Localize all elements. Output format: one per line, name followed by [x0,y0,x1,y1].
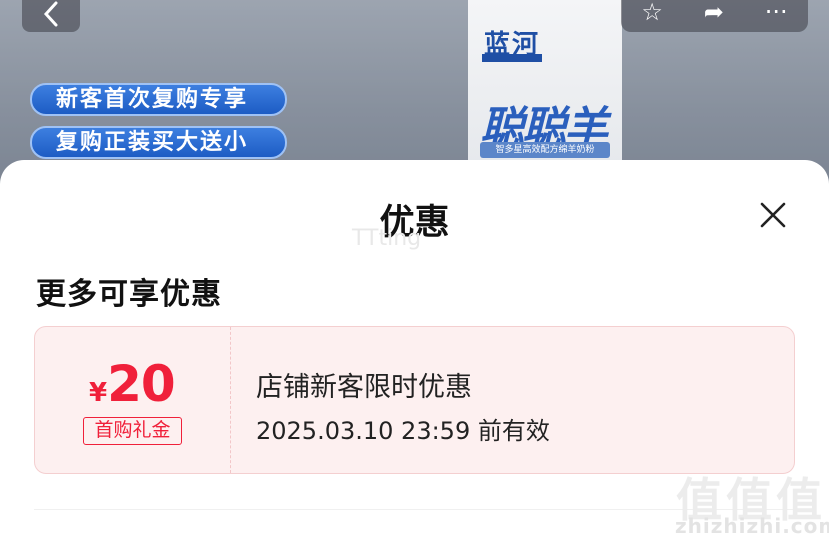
user-watermark: TTting [352,226,422,251]
back-button[interactable] [22,0,80,32]
coupon-name: 店铺新客限时优惠 [256,372,472,403]
coupon-card[interactable]: ¥20 首购礼金 店铺新客限时优惠 2025.03.10 23:59 前有效 [34,326,795,474]
coupon-validity: 2025.03.10 23:59 前有效 [256,417,550,445]
coupon-value-panel: ¥20 首购礼金 [35,327,230,473]
share-icon[interactable]: ➦ [704,0,724,24]
section-title: 更多可享优惠 [36,277,222,312]
currency-symbol: ¥ [89,378,108,408]
promo-tag-repurchase: 复购正装买大送小 [30,126,287,159]
coupon-divider [230,327,231,473]
promo-tag-new-customer: 新客首次复购专享 [30,83,287,116]
site-watermark-url: zhizhizhi.com [675,514,829,538]
star-icon[interactable]: ☆ [641,0,663,24]
close-button[interactable] [752,194,794,236]
coupon-amount-value: 20 [107,355,176,413]
coupon-amount: ¥20 [89,355,176,413]
product-brand-bar [482,54,542,62]
coupon-type-badge: 首购礼金 [83,417,182,445]
more-icon[interactable]: ··· [765,0,788,24]
top-action-bar: ☆ ➦ ··· [621,0,808,32]
chevron-left-icon [43,1,58,27]
product-strip: 智多星高效配方绵羊奶粉 [480,142,610,158]
close-icon [760,202,786,228]
